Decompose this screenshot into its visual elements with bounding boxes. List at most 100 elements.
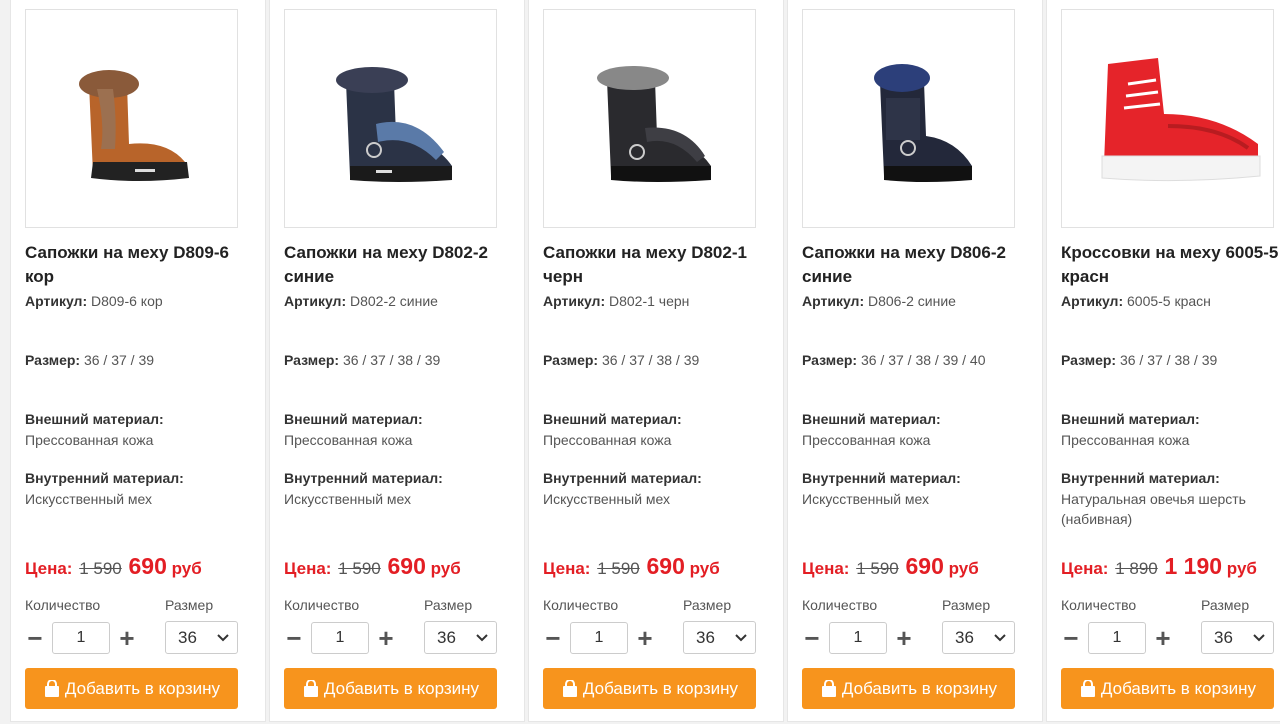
size-select[interactable]: 36 xyxy=(165,621,238,654)
minus-button[interactable]: − xyxy=(802,623,822,653)
sizes-value: 36 / 37 / 39 xyxy=(83,352,155,368)
add-to-cart-button[interactable]: Добавить в корзину xyxy=(284,668,497,709)
quantity-stepper: − + xyxy=(25,621,137,655)
currency: руб xyxy=(948,559,979,578)
size-select-label: Размер xyxy=(1201,597,1250,613)
product-title[interactable]: Сапожки на меху D802-2 синие xyxy=(284,241,506,289)
product-image[interactable] xyxy=(1061,9,1274,228)
inner-material-label: Внутренний материал: xyxy=(802,470,961,486)
article-row: Артикул: D809-6 кор xyxy=(25,293,163,309)
qty-label: Количество xyxy=(25,597,101,613)
quantity-input[interactable] xyxy=(829,622,887,654)
add-to-cart-button[interactable]: Добавить в корзину xyxy=(543,668,756,709)
product-card: Сапожки на меху D809-6 кор Артикул: D809… xyxy=(10,0,266,722)
plus-button[interactable]: + xyxy=(117,623,137,653)
plus-button[interactable]: + xyxy=(635,623,655,653)
article-value: 6005-5 красн xyxy=(1127,293,1211,309)
product-image[interactable] xyxy=(802,9,1015,228)
outer-material-value: Прессованная кожа xyxy=(284,432,413,448)
old-price: 1 590 xyxy=(79,559,122,578)
inner-material-label: Внутренний материал: xyxy=(25,470,184,486)
plus-button[interactable]: + xyxy=(894,623,914,653)
black-fur-boot-icon xyxy=(596,65,711,182)
minus-button[interactable]: − xyxy=(1061,623,1081,653)
qty-label: Количество xyxy=(543,597,619,613)
quantity-stepper: − + xyxy=(543,621,655,655)
chevron-down-icon xyxy=(476,633,488,641)
size-row: Размер: 36 / 37 / 38 / 39 / 40 xyxy=(802,352,986,368)
quantity-stepper: − + xyxy=(1061,621,1173,655)
product-card: Сапожки на меху D802-1 черн Артикул: D80… xyxy=(528,0,784,722)
size-row: Размер: 36 / 37 / 38 / 39 xyxy=(543,352,700,368)
minus-button[interactable]: − xyxy=(284,623,304,653)
product-title[interactable]: Сапожки на меху D809-6 кор xyxy=(25,241,247,289)
plus-button[interactable]: + xyxy=(1153,623,1173,653)
minus-button[interactable]: − xyxy=(543,623,563,653)
product-grid: Сапожки на меху D809-6 кор Артикул: D809… xyxy=(0,0,1280,724)
size-row: Размер: 36 / 37 / 38 / 39 xyxy=(284,352,441,368)
currency: руб xyxy=(171,559,202,578)
sizes-value: 36 / 37 / 38 / 39 xyxy=(1119,352,1218,368)
chevron-down-icon xyxy=(994,633,1006,641)
product-image[interactable] xyxy=(284,9,497,228)
product-title[interactable]: Сапожки на меху D802-1 черн xyxy=(543,241,765,289)
quantity-input[interactable] xyxy=(570,622,628,654)
outer-material-label: Внешний материал: xyxy=(802,411,941,427)
navy-fur-boot-icon xyxy=(335,66,452,182)
quantity-input[interactable] xyxy=(1088,622,1146,654)
product-card: Сапожки на меху D806-2 синие Артикул: D8… xyxy=(787,0,1043,722)
currency: руб xyxy=(1226,559,1257,578)
bag-icon xyxy=(562,679,577,697)
size-select[interactable]: 36 xyxy=(942,621,1015,654)
size-select-label: Размер xyxy=(683,597,732,613)
add-to-cart-button[interactable]: Добавить в корзину xyxy=(1061,668,1274,709)
outer-material-label: Внешний материал: xyxy=(1061,411,1200,427)
bag-icon xyxy=(44,679,59,697)
outer-material-label: Внешний материал: xyxy=(284,411,423,427)
bag-icon xyxy=(1080,679,1095,697)
size-select[interactable]: 36 xyxy=(683,621,756,654)
size-select[interactable]: 36 xyxy=(1201,621,1274,654)
qty-label: Количество xyxy=(284,597,360,613)
price: Цена: 1 890 1 190 руб xyxy=(1061,553,1257,579)
size-select[interactable]: 36 xyxy=(424,621,497,654)
add-to-cart-button[interactable]: Добавить в корзину xyxy=(802,668,1015,709)
old-price: 1 590 xyxy=(338,559,381,578)
product-title[interactable]: Сапожки на меху D806-2 синие xyxy=(802,241,1024,289)
outer-material-label: Внешний материал: xyxy=(25,411,164,427)
product-title[interactable]: Кроссовки на меху 6005-5 красн xyxy=(1061,241,1280,289)
inner-material-value: Искусственный мех xyxy=(543,491,671,507)
size-select-label: Размер xyxy=(942,597,991,613)
quantity-input[interactable] xyxy=(311,622,369,654)
outer-material-value: Прессованная кожа xyxy=(543,432,672,448)
plus-button[interactable]: + xyxy=(376,623,396,653)
size-select-label: Размер xyxy=(165,597,214,613)
inner-material-label: Внутренний материал: xyxy=(543,470,702,486)
currency: руб xyxy=(430,559,461,578)
minus-button[interactable]: − xyxy=(25,623,45,653)
qty-label: Количество xyxy=(1061,597,1137,613)
price: Цена: 1 590 690 руб xyxy=(284,553,461,579)
inner-material-value: Искусственный мех xyxy=(802,491,930,507)
chevron-down-icon xyxy=(1253,633,1265,641)
size-row: Размер: 36 / 37 / 38 / 39 xyxy=(1061,352,1218,368)
outer-material-value: Прессованная кожа xyxy=(1061,432,1190,448)
inner-material-value: Искусственный мех xyxy=(284,491,412,507)
quantity-stepper: − + xyxy=(284,621,396,655)
sizes-value: 36 / 37 / 38 / 39 xyxy=(601,352,700,368)
quantity-stepper: − + xyxy=(802,621,914,655)
red-sneaker-icon xyxy=(1101,57,1260,181)
bag-icon xyxy=(303,679,318,697)
price: Цена: 1 590 690 руб xyxy=(543,553,720,579)
new-price: 690 xyxy=(905,553,944,579)
old-price: 1 590 xyxy=(856,559,899,578)
article-value: D802-2 синие xyxy=(350,293,438,309)
product-image[interactable] xyxy=(543,9,756,228)
quantity-input[interactable] xyxy=(52,622,110,654)
outer-material-value: Прессованная кожа xyxy=(802,432,931,448)
product-image[interactable] xyxy=(25,9,238,228)
product-card: Кроссовки на меху 6005-5 красн Артикул: … xyxy=(1046,0,1280,722)
add-to-cart-button[interactable]: Добавить в корзину xyxy=(25,668,238,709)
size-row: Размер: 36 / 37 / 39 xyxy=(25,352,155,368)
article-value: D809-6 кор xyxy=(91,293,163,309)
